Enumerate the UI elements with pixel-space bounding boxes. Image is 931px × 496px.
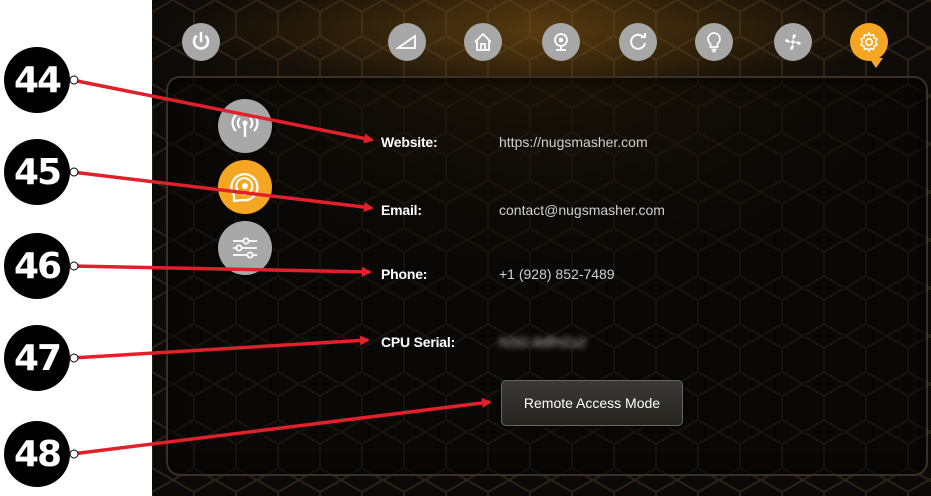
home-button[interactable] bbox=[464, 23, 502, 61]
website-value[interactable]: https://nugsmasher.com bbox=[499, 134, 648, 150]
fan-icon bbox=[785, 34, 801, 50]
cpu-serial-label: CPU Serial: bbox=[381, 334, 456, 350]
light-button[interactable] bbox=[695, 23, 733, 61]
lightbulb-icon bbox=[707, 32, 721, 53]
callout-48: 48 bbox=[4, 421, 70, 487]
support-icon bbox=[230, 173, 259, 203]
adjustments-tab[interactable] bbox=[218, 221, 272, 275]
remote-access-mode-button[interactable]: Remote Access Mode bbox=[501, 380, 683, 426]
home-icon bbox=[474, 32, 492, 51]
active-tab-indicator bbox=[869, 58, 883, 68]
refresh-button[interactable] bbox=[619, 23, 657, 61]
email-label: Email: bbox=[381, 202, 422, 218]
callout-44: 44 bbox=[4, 47, 70, 113]
camera-icon bbox=[554, 33, 568, 51]
sliders-icon bbox=[233, 237, 257, 259]
cpu-serial-value: NSD-8dfHZs2 bbox=[499, 334, 587, 350]
power-icon bbox=[192, 31, 210, 50]
wireless-tab[interactable] bbox=[218, 99, 272, 153]
device-screen: Website: https://nugsmasher.com Email: c… bbox=[152, 0, 931, 496]
callout-47: 47 bbox=[4, 325, 70, 391]
email-value[interactable]: contact@nugsmasher.com bbox=[499, 202, 665, 218]
phone-value: +1 (928) 852-7489 bbox=[499, 266, 615, 282]
gear-icon bbox=[859, 31, 879, 53]
phone-label: Phone: bbox=[381, 266, 428, 282]
website-label: Website: bbox=[381, 134, 438, 150]
power-button[interactable] bbox=[182, 23, 220, 61]
ramp-icon bbox=[395, 34, 416, 49]
ramp-button[interactable] bbox=[388, 23, 426, 61]
refresh-icon bbox=[630, 33, 646, 50]
fan-button[interactable] bbox=[774, 23, 812, 61]
camera-button[interactable] bbox=[542, 23, 580, 61]
callout-45: 45 bbox=[4, 139, 70, 205]
wireless-icon bbox=[231, 114, 259, 137]
settings-button[interactable] bbox=[850, 23, 888, 61]
callout-46: 46 bbox=[4, 233, 70, 299]
support-tab[interactable] bbox=[218, 160, 272, 214]
